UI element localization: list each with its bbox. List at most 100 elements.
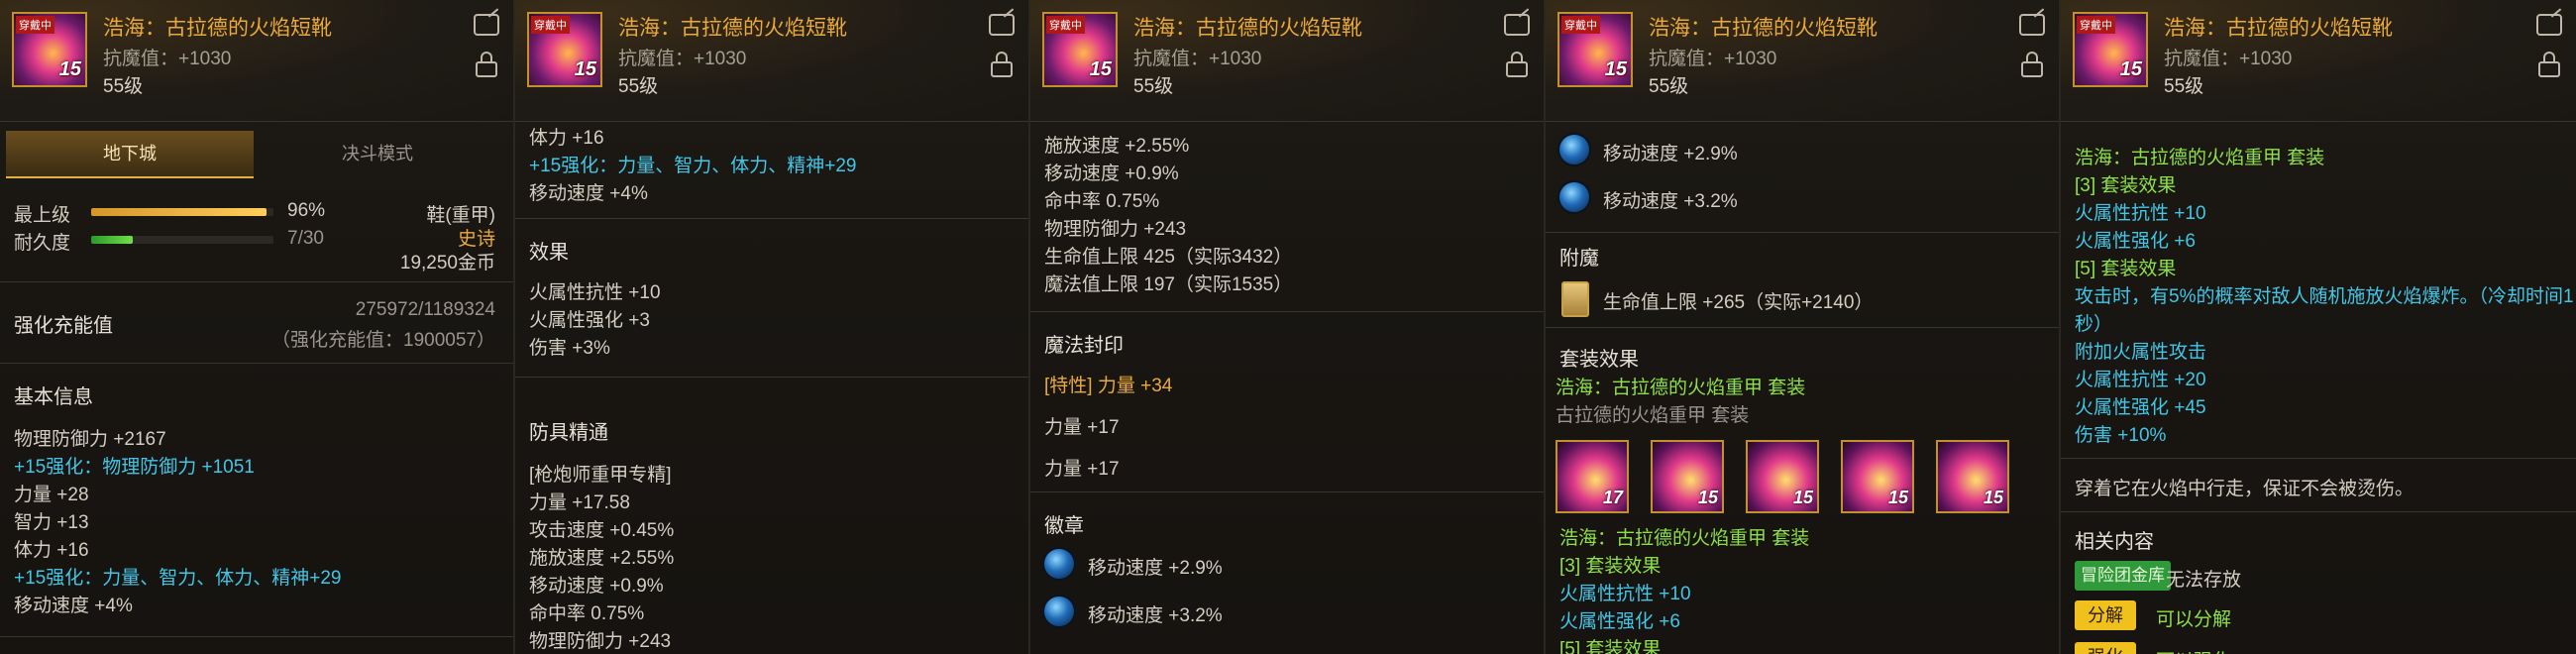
item-name: 浩海：古拉德的火焰短靴 <box>1133 17 1362 40</box>
enhance-level: 15 <box>58 58 81 80</box>
item-level: 55级 <box>1649 76 1689 97</box>
effect-title: 效果 <box>529 242 569 264</box>
stat-line: +15强化：力量、智力、体力、精神+29 <box>14 568 342 589</box>
flavor-text: 穿着它在火焰中行走，保证不会被烫伤。 <box>2075 479 2415 499</box>
share-icon[interactable] <box>2019 14 2045 36</box>
divider <box>0 363 513 364</box>
item-level: 55级 <box>2164 76 2204 97</box>
storage-button[interactable]: 冒险团金库 <box>2075 561 2171 591</box>
mastery-line: 命中率 0.75% <box>529 603 645 624</box>
basic-info-title: 基本信息 <box>14 386 93 408</box>
anti-magic: 抗魔值：+1030 <box>2164 49 2293 69</box>
stat-line: 体力 +16 <box>529 128 604 149</box>
stat-line: 物理防御力 +2167 <box>14 429 166 450</box>
set-line: [5] 套装效果 <box>1559 639 1662 654</box>
set-line: [5] 套装效果 <box>2075 259 2177 279</box>
decompose-button[interactable]: 分解 <box>2075 600 2136 630</box>
enchant-line: 生命值上限 +265（实际+2140） <box>1603 292 1874 313</box>
lock-icon[interactable] <box>991 52 1013 77</box>
anti-magic: 抗魔值：+1030 <box>1649 49 1777 69</box>
equipped-tag: 穿戴中 <box>1046 16 1085 34</box>
mastery-line: 力量 +17.58 <box>529 492 630 513</box>
item-icon[interactable]: 穿戴中 15 <box>2073 12 2148 87</box>
lock-icon[interactable] <box>1506 52 1528 77</box>
top-level-bar <box>91 208 273 216</box>
stat-line: 魔法值上限 197（实际1535） <box>1044 274 1293 295</box>
tab-duel[interactable]: 决斗模式 <box>254 131 501 176</box>
enhance-level: 15 <box>1604 58 1627 80</box>
tooltip-panel-3: 穿戴中 15 浩海：古拉德的火焰短靴 抗魔值：+1030 55级 施放速度 +2.… <box>1030 0 1546 654</box>
item-icon[interactable]: 穿戴中 15 <box>1557 12 1633 87</box>
tooltip-panel-5: 穿戴中 15 浩海：古拉德的火焰短靴 抗魔值：+1030 55级 浩海：古拉德的火… <box>2061 0 2576 654</box>
tooltip-body: 施放速度 +2.55% 移动速度 +0.9% 命中率 0.75% 物理防御力 +… <box>1030 121 1544 654</box>
divider <box>1546 327 2059 328</box>
item-icon[interactable]: 穿戴中 15 <box>1042 12 1118 87</box>
set-line: 火属性强化 +6 <box>2075 231 2196 252</box>
tooltip-panel-4: 穿戴中 15 浩海：古拉德的火焰短靴 抗魔值：+1030 55级 移动速度 +2.… <box>1546 0 2061 654</box>
seal-title: 魔法封印 <box>1044 335 1124 357</box>
seal-line: 力量 +17 <box>1044 417 1120 438</box>
set-piece-icon[interactable]: 17 <box>1556 440 1629 513</box>
divider <box>1546 232 2059 233</box>
emblem-orb-icon <box>1559 182 1589 212</box>
item-icon[interactable]: 穿戴中 15 <box>12 12 87 87</box>
equipped-tag: 穿戴中 <box>531 16 570 34</box>
set-piece-icon[interactable]: 15 <box>1651 440 1724 513</box>
tooltip-strip: 穿戴中 15 浩海：古拉德的火焰短靴 抗魔值：+1030 55级 地下城 决斗模式… <box>0 0 2576 654</box>
tab-dungeon[interactable]: 地下城 <box>6 131 254 178</box>
set-desc: 秒） <box>2075 314 2113 335</box>
emblem-line: 移动速度 +3.2% <box>1603 191 1738 212</box>
item-price: 19,250金币 <box>399 253 495 273</box>
set-name: 浩海：古拉德的火焰重甲 套装 <box>2075 148 2325 168</box>
effect-line: 火属性强化 +3 <box>529 310 650 331</box>
share-icon[interactable] <box>474 14 499 36</box>
set-line: 附加火属性攻击 <box>2075 342 2207 363</box>
set-title: 套装效果 <box>1559 349 1639 371</box>
effect-line: 火属性抗性 +10 <box>529 282 661 303</box>
set-piece-icon[interactable]: 15 <box>1746 440 1819 513</box>
set-line: 火属性抗性 +10 <box>1559 584 1691 604</box>
emblem-orb-icon <box>1044 597 1074 626</box>
set-name-gray: 古拉德的火焰重甲 套装 <box>1556 405 1750 426</box>
set-piece-level: 15 <box>1697 488 1718 507</box>
share-icon[interactable] <box>2536 14 2562 36</box>
set-piece-icon[interactable]: 15 <box>1841 440 1914 513</box>
divider <box>515 377 1028 378</box>
item-level: 55级 <box>618 76 659 97</box>
emblem-line: 移动速度 +2.9% <box>1603 144 1738 164</box>
durability-value: 7/30 <box>287 228 324 249</box>
item-header: 穿戴中 15 浩海：古拉德的火焰短靴 抗魔值：+1030 55级 <box>1546 0 2059 122</box>
stat-line: 生命值上限 425（实际3432） <box>1044 247 1293 268</box>
enhance-text: 可以强化 <box>2156 646 2231 654</box>
set-line: [3] 套装效果 <box>1559 556 1662 577</box>
emblem-orb-icon <box>1559 135 1589 164</box>
item-level: 55级 <box>103 76 144 97</box>
stat-line: 力量 +28 <box>14 485 89 505</box>
item-name: 浩海：古拉德的火焰短靴 <box>103 17 332 40</box>
stat-line: 命中率 0.75% <box>1044 191 1160 212</box>
emblem-line: 移动速度 +2.9% <box>1088 558 1223 579</box>
divider <box>515 218 1028 219</box>
share-icon[interactable] <box>1504 14 1530 36</box>
set-line: 火属性抗性 +20 <box>2075 370 2206 390</box>
tooltip-panel-1: 穿戴中 15 浩海：古拉德的火焰短靴 抗魔值：+1030 55级 地下城 决斗模式… <box>0 0 515 654</box>
enhance-button[interactable]: 强化 <box>2075 642 2136 654</box>
set-piece-level: 15 <box>1887 488 1908 507</box>
share-icon[interactable] <box>989 14 1015 36</box>
mastery-line: 移动速度 +0.9% <box>529 576 664 597</box>
divider <box>0 281 513 282</box>
item-icon[interactable]: 穿戴中 15 <box>527 12 602 87</box>
mode-tabs: 地下城 决斗模式 <box>6 131 501 178</box>
set-line: 浩海：古拉德的火焰重甲 套装 <box>1559 528 1810 549</box>
lock-icon[interactable] <box>2538 52 2560 77</box>
enhance-value: 275972/1189324 <box>355 299 495 320</box>
lock-icon[interactable] <box>2021 52 2043 77</box>
item-rarity: 史诗 <box>457 229 495 250</box>
lock-icon[interactable] <box>476 52 497 77</box>
seal-line: [特性] 力量 +34 <box>1044 376 1173 396</box>
equipped-tag: 穿戴中 <box>1561 16 1600 34</box>
set-piece-icon[interactable]: 15 <box>1936 440 2009 513</box>
decompose-text: 可以分解 <box>2156 609 2232 630</box>
stat-line: 体力 +16 <box>14 540 89 561</box>
set-line: 火属性抗性 +10 <box>2075 203 2206 224</box>
